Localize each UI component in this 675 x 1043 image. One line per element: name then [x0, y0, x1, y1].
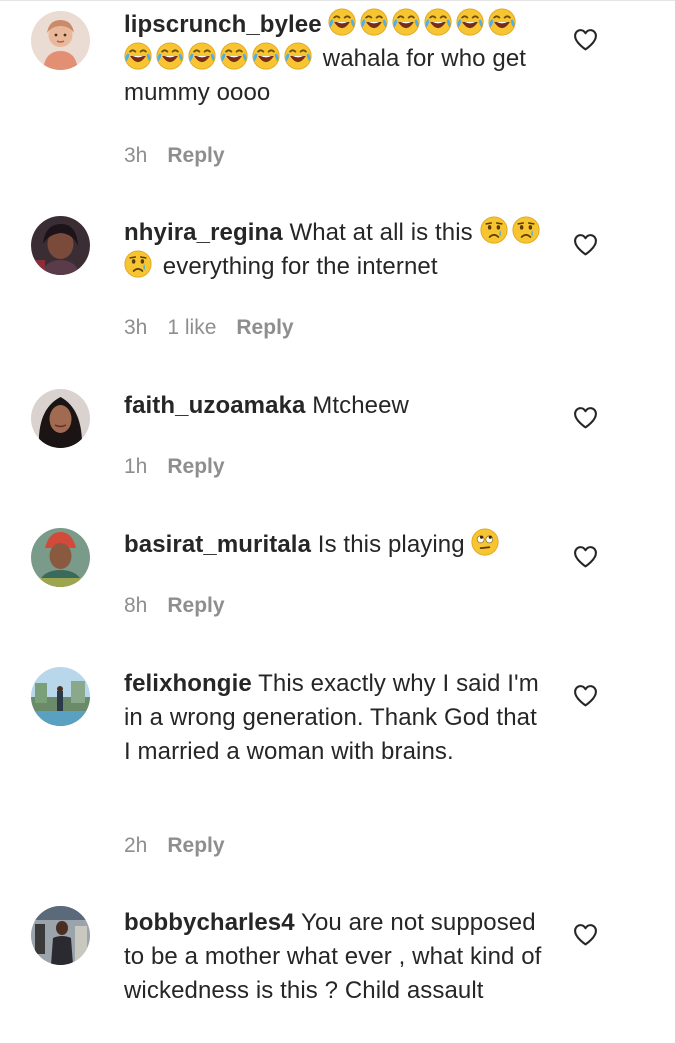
comment-time: 8h [124, 594, 148, 617]
like-heart-icon[interactable] [573, 923, 598, 946]
avatar-cartoon-icon [31, 11, 90, 70]
crying-face-icon [480, 216, 508, 244]
avatar[interactable] [31, 528, 90, 587]
comment-meta: 2h Reply [124, 832, 245, 860]
avatar-photo-icon [31, 216, 90, 275]
comment-username[interactable]: felixhongie [124, 670, 252, 697]
comment-meta: 3h 1 like Reply [124, 314, 314, 342]
avatar[interactable] [31, 11, 90, 70]
face-with-tears-of-joy-icon [424, 8, 452, 36]
face-with-tears-of-joy-icon [156, 42, 184, 70]
crying-face-icon [512, 216, 540, 244]
like-heart-icon[interactable] [573, 545, 598, 568]
comment-time: 3h [124, 144, 148, 167]
like-heart-icon[interactable] [573, 28, 598, 51]
face-with-tears-of-joy-icon [392, 8, 420, 36]
comment-text-continued: everything for the internet [162, 253, 438, 280]
face-with-tears-of-joy-icon [488, 8, 516, 36]
comment-meta: 8h Reply [124, 592, 245, 620]
face-with-tears-of-joy-icon [328, 8, 356, 36]
like-count[interactable]: 1 like [167, 316, 216, 339]
reply-button[interactable]: Reply [167, 834, 224, 857]
like-heart-icon[interactable] [573, 233, 598, 256]
comment-time: 3h [124, 316, 148, 339]
reply-button[interactable]: Reply [167, 594, 224, 617]
face-with-tears-of-joy-icon [188, 42, 216, 70]
comment-time: 1h [124, 455, 148, 478]
like-heart-icon[interactable] [573, 406, 598, 429]
avatar-photo-icon [31, 667, 90, 726]
comment-username[interactable]: bobbycharles4 [124, 909, 295, 936]
avatar-photo-icon [31, 906, 90, 965]
avatar[interactable] [31, 667, 90, 726]
reply-button[interactable]: Reply [236, 316, 293, 339]
comment-time: 2h [124, 834, 148, 857]
comment-body: nhyira_regina What at all is this everyt… [124, 216, 544, 284]
avatar-photo-icon [31, 389, 90, 448]
top-divider [0, 0, 675, 1]
comment-body: felixhongie This exactly why I said I'm … [124, 667, 544, 769]
face-with-tears-of-joy-icon [124, 42, 152, 70]
reply-button[interactable]: Reply [167, 144, 224, 167]
face-with-tears-of-joy-icon [360, 8, 388, 36]
like-heart-icon[interactable] [573, 684, 598, 707]
face-with-tears-of-joy-icon [284, 42, 312, 70]
avatar-photo-icon [31, 528, 90, 587]
comment-username[interactable]: basirat_muritala [124, 531, 311, 558]
comment-meta: 3h Reply [124, 142, 245, 170]
avatar[interactable] [31, 906, 90, 965]
comment-text: What at all is this [289, 219, 473, 246]
comment-body: basirat_muritala Is this playing [124, 528, 544, 562]
face-with-tears-of-joy-icon [456, 8, 484, 36]
comment-body: bobbycharles4 You are not supposed to be… [124, 906, 544, 1008]
face-with-rolling-eyes-icon [471, 528, 499, 556]
comment-text: Is this playing [317, 531, 465, 558]
comment-meta: 1h Reply [124, 453, 245, 481]
comment-username[interactable]: lipscrunch_bylee [124, 11, 322, 38]
comment-body: lipscrunch_bylee wahala for who get mumm… [124, 8, 544, 110]
avatar[interactable] [31, 216, 90, 275]
comment-username[interactable]: faith_uzoamaka [124, 392, 305, 419]
comment-body: faith_uzoamaka Mtcheew [124, 389, 544, 423]
comment-text: Mtcheew [312, 392, 409, 419]
crying-face-icon [124, 250, 152, 278]
comment-username[interactable]: nhyira_regina [124, 219, 283, 246]
reply-button[interactable]: Reply [167, 455, 224, 478]
avatar[interactable] [31, 389, 90, 448]
face-with-tears-of-joy-icon [252, 42, 280, 70]
face-with-tears-of-joy-icon [220, 42, 248, 70]
